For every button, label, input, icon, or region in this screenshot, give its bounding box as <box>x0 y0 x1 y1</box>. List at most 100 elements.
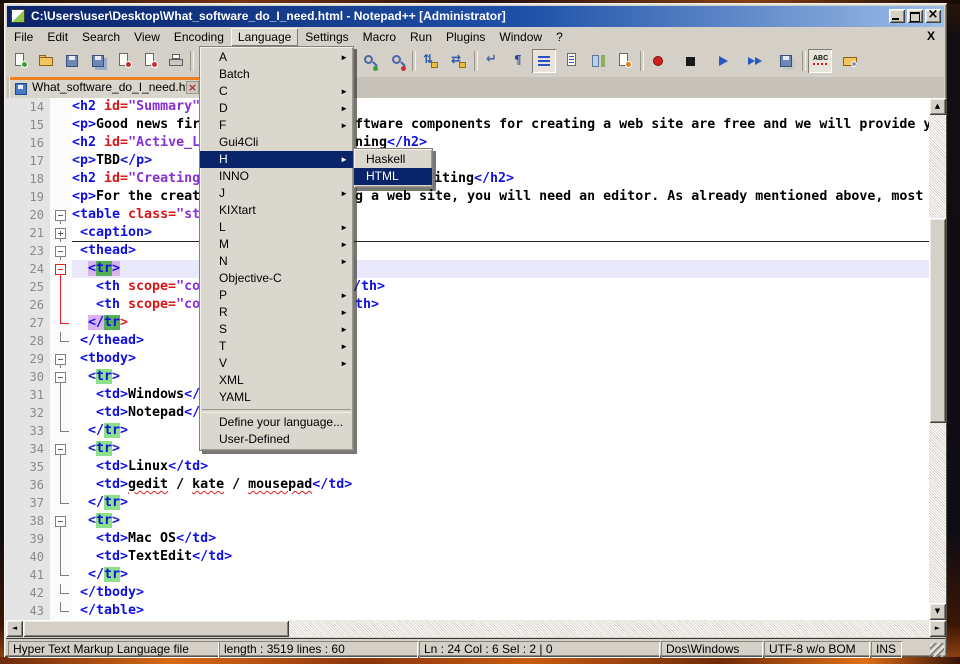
code-segment: > <box>112 261 120 276</box>
close-button[interactable] <box>112 49 136 73</box>
horizontal-scroll-thumb[interactable] <box>23 620 289 637</box>
menubar-item-help[interactable]: ? <box>549 28 570 46</box>
fold-collapse-icon[interactable] <box>55 372 66 383</box>
close-all-button[interactable] <box>138 49 162 73</box>
language-menu-item-c[interactable]: C► <box>200 83 353 100</box>
menubar-item-view[interactable]: View <box>127 28 167 46</box>
resize-grip[interactable] <box>930 643 944 657</box>
code-segment: > <box>112 369 120 384</box>
save-button[interactable] <box>60 49 84 73</box>
menubar-item-file[interactable]: File <box>7 28 40 46</box>
notepad-plus-plus-window: C:\Users\user\Desktop\What_software_do_I… <box>4 3 947 657</box>
print-button[interactable] <box>164 49 188 73</box>
macro-record-icon <box>650 53 666 69</box>
code-segment: tr <box>96 441 112 456</box>
macro-record-button[interactable] <box>646 49 670 73</box>
language-menu-item-v[interactable]: V► <box>200 355 353 372</box>
language-menu-item-t[interactable]: T► <box>200 338 353 355</box>
macro-run-multiple-button[interactable] <box>742 49 766 73</box>
language-menu-item-j[interactable]: J► <box>200 185 353 202</box>
menubar-item-macro[interactable]: Macro <box>356 28 403 46</box>
fold-collapse-icon[interactable] <box>55 264 66 275</box>
scroll-left-arrow[interactable]: ◄ <box>6 620 23 637</box>
menubar-item-encoding[interactable]: Encoding <box>167 28 231 46</box>
language-menu-item-user-defined[interactable]: User-Defined <box>200 431 353 448</box>
editor-line-38: 38<tr> <box>6 512 929 530</box>
monitor-doc-button[interactable] <box>612 49 636 73</box>
submenu-item-html[interactable]: HTML <box>354 168 432 185</box>
spell-check-button[interactable] <box>808 49 832 73</box>
word-wrap-button[interactable] <box>480 49 504 73</box>
language-menu-item-r[interactable]: R► <box>200 304 353 321</box>
fold-collapse-icon[interactable] <box>55 210 66 221</box>
title-bar[interactable]: C:\Users\user\Desktop\What_software_do_I… <box>7 6 944 27</box>
menu-item-label: YAML <box>219 390 251 404</box>
code-segment: <td> <box>96 387 128 402</box>
language-menu-item-l[interactable]: L► <box>200 219 353 236</box>
editor-surface[interactable]: 14<h2 id="Summary"15<p>Good news firftwa… <box>6 98 929 620</box>
fold-collapse-icon[interactable] <box>55 354 66 365</box>
zoom-in-button[interactable] <box>358 49 382 73</box>
macro-play-button[interactable] <box>710 49 734 73</box>
menubar-item-search[interactable]: Search <box>75 28 127 46</box>
tab-close-icon[interactable]: × <box>186 81 199 94</box>
menubar-item-settings[interactable]: Settings <box>298 28 355 46</box>
scroll-down-arrow[interactable]: ▼ <box>929 603 946 620</box>
language-menu-item-batch[interactable]: Batch <box>200 66 353 83</box>
zoom-out-button[interactable] <box>386 49 410 73</box>
language-menu-item-p[interactable]: P► <box>200 287 353 304</box>
editor-line-26: 26<th scope="coth> <box>6 296 929 314</box>
language-menu-item-gui4cli[interactable]: Gui4Cli <box>200 134 353 151</box>
language-menu-item-s[interactable]: S► <box>200 321 353 338</box>
document-map-button[interactable] <box>586 49 610 73</box>
language-menu-item-m[interactable]: M► <box>200 236 353 253</box>
language-menu-item-xml[interactable]: XML <box>200 372 353 389</box>
save-all-button[interactable] <box>86 49 110 73</box>
close-button[interactable] <box>925 9 941 23</box>
menubar-item-language[interactable]: Language <box>231 28 298 46</box>
macro-save-button[interactable] <box>774 49 798 73</box>
show-all-characters-button[interactable] <box>532 49 556 73</box>
horizontal-scrollbar[interactable]: ◄ ► <box>6 620 946 637</box>
fold-end-line <box>60 602 61 611</box>
sync-vertical-button[interactable] <box>418 49 442 73</box>
language-menu-item-d[interactable]: D► <box>200 100 353 117</box>
language-menu-item-kixtart[interactable]: KIXtart <box>200 202 353 219</box>
spell-check-settings-button[interactable] <box>838 49 862 73</box>
tab-what-software-do-i-need[interactable]: What_software_do_I_need.html × <box>9 77 203 98</box>
vertical-scrollbar[interactable]: ▲ ▼ <box>929 98 946 620</box>
submenu-item-haskell[interactable]: Haskell <box>354 151 432 168</box>
new-file-button[interactable] <box>8 49 32 73</box>
language-menu-item-define-your-language-[interactable]: Define your language... <box>200 414 353 431</box>
language-menu-item-n[interactable]: N► <box>200 253 353 270</box>
menubar-close-document[interactable]: X <box>927 29 935 43</box>
fold-collapse-icon[interactable] <box>55 444 66 455</box>
sync-horizontal-button[interactable] <box>446 49 470 73</box>
code-segment: </ <box>184 387 200 402</box>
scroll-up-arrow[interactable]: ▲ <box>929 98 946 115</box>
vertical-scroll-thumb[interactable] <box>929 218 946 423</box>
language-menu-item-yaml[interactable]: YAML <box>200 389 353 406</box>
menubar-item-window[interactable]: Window <box>492 28 549 46</box>
language-menu-item-f[interactable]: F► <box>200 117 353 134</box>
maximize-button[interactable] <box>907 9 923 23</box>
scroll-right-arrow[interactable]: ► <box>929 620 946 637</box>
macro-stop-button[interactable] <box>678 49 702 73</box>
language-menu-item-a[interactable]: A► <box>200 49 353 66</box>
open-folder-button[interactable] <box>34 49 58 73</box>
submenu-arrow-icon: ► <box>340 83 348 100</box>
fold-collapse-icon[interactable] <box>55 246 66 257</box>
menubar-item-edit[interactable]: Edit <box>40 28 75 46</box>
code-text-right-fragment: /th> <box>353 278 385 296</box>
menubar-item-plugins[interactable]: Plugins <box>439 28 492 46</box>
language-menu-item-h[interactable]: H► <box>200 151 353 168</box>
fold-margin <box>50 422 72 440</box>
minimize-button[interactable] <box>889 9 905 23</box>
show-paragraph-button[interactable] <box>506 49 530 73</box>
language-menu-item-inno[interactable]: INNO <box>200 168 353 185</box>
fold-collapse-icon[interactable] <box>55 516 66 527</box>
function-list-button[interactable] <box>560 49 584 73</box>
menubar-item-run[interactable]: Run <box>403 28 439 46</box>
language-menu-item-objective-c[interactable]: Objective-C <box>200 270 353 287</box>
fold-expand-icon[interactable] <box>55 228 66 239</box>
